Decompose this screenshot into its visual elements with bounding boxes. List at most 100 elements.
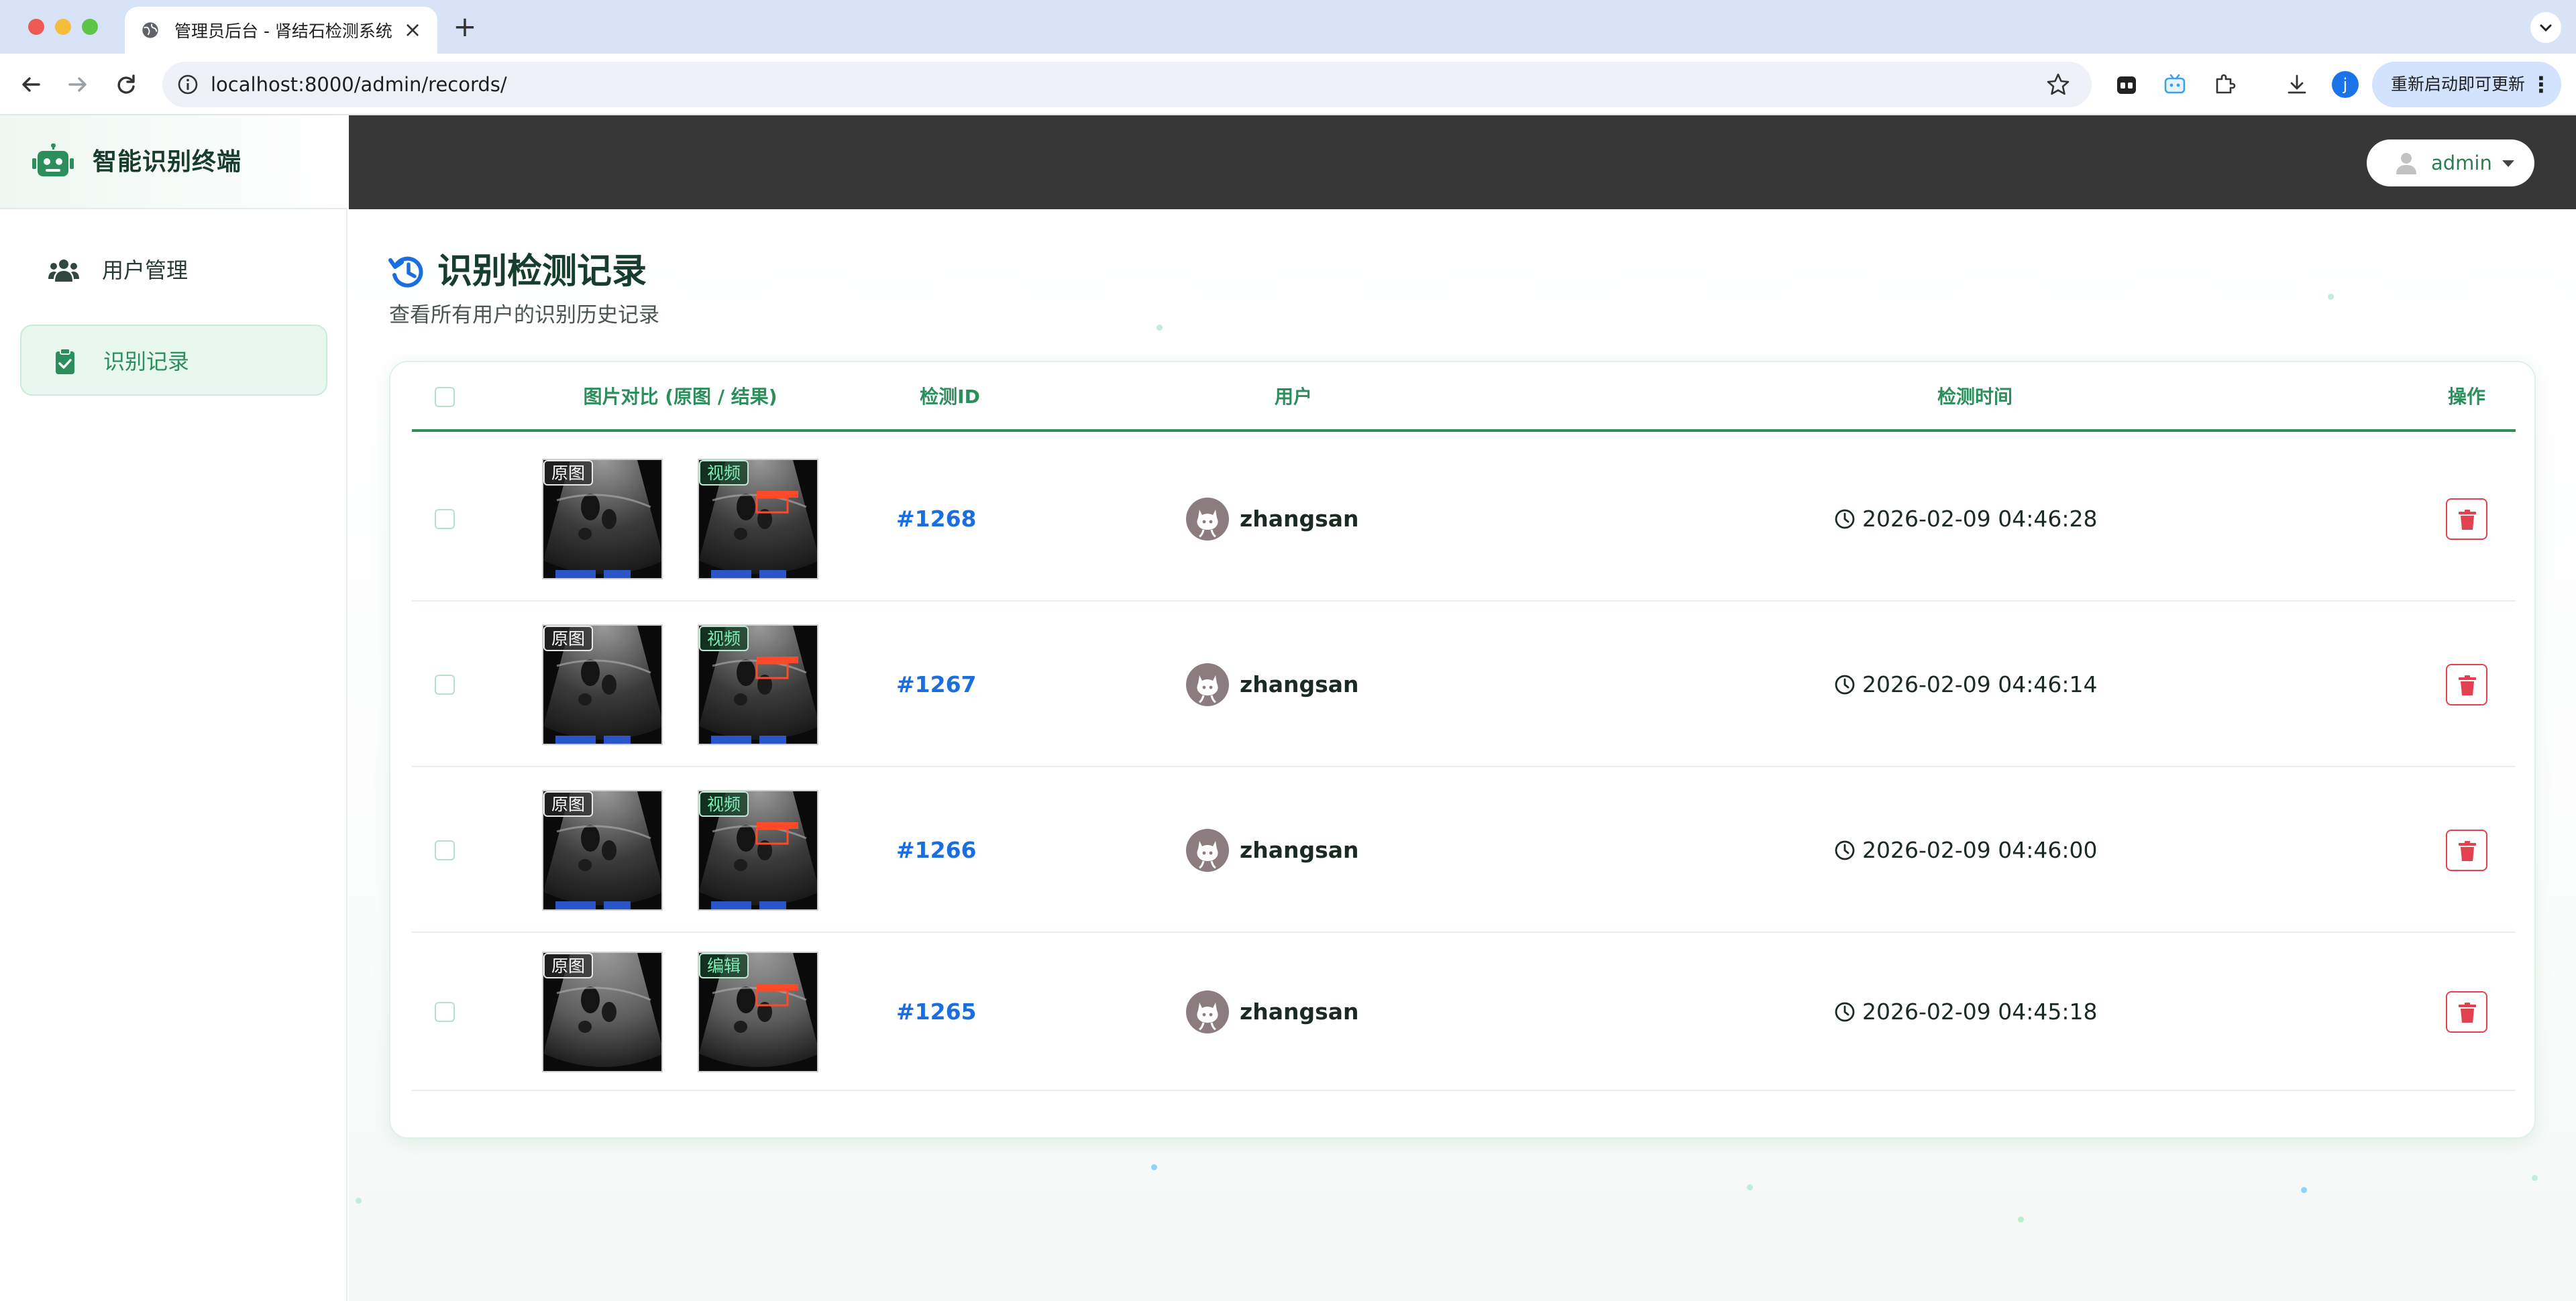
brand-name: 智能识别终端 (93, 148, 242, 176)
current-user-name: admin (2431, 152, 2492, 174)
extension-robot-icon[interactable] (2161, 71, 2188, 98)
record-time: 2026-02-09 04:45:18 (1862, 999, 2098, 1025)
decor-dot (2018, 1217, 2024, 1223)
site-info-icon[interactable] (176, 72, 200, 97)
address-bar[interactable]: localhost:8000/admin/records/ (162, 62, 2092, 107)
record-user-name: zhangsan (1240, 671, 1359, 697)
record-id-link[interactable]: #1267 (896, 671, 977, 697)
row-select-checkbox[interactable] (435, 674, 455, 695)
original-image-thumbnail[interactable]: 原图 (542, 624, 663, 745)
column-header-user[interactable]: 用户 (1275, 362, 1312, 432)
row-select-checkbox[interactable] (435, 1002, 455, 1022)
browser-tab[interactable]: 管理员后台 - 肾结石检测系统 × (125, 7, 437, 54)
download-icon[interactable] (2284, 71, 2310, 98)
clipboard-check-icon (56, 349, 74, 374)
row-select-checkbox[interactable] (435, 840, 455, 860)
original-image-thumbnail[interactable]: 原图 (542, 458, 663, 579)
decor-dot (2532, 1175, 2538, 1181)
page-subtitle: 查看所有用户的识别历史记录 (389, 303, 659, 327)
table-row: 原图 视频 #1267 zhangsan 2026-02-09 04:46:14 (412, 602, 2516, 767)
user-avatar (1186, 497, 1229, 541)
forward-arrow-icon[interactable] (62, 68, 94, 101)
globe-icon (142, 22, 158, 38)
record-time: 2026-02-09 04:46:14 (1862, 671, 2098, 697)
octocat-icon (1197, 840, 1218, 868)
result-image-tag: 视频 (699, 625, 749, 651)
record-id-link[interactable]: #1268 (896, 506, 977, 532)
extensions-puzzle-icon[interactable] (2211, 71, 2238, 98)
delete-record-button[interactable] (2446, 663, 2487, 705)
sidebar-item-records[interactable]: 识别记录 (20, 325, 327, 396)
record-user-name: zhangsan (1240, 505, 1359, 532)
table-row: 原图 视频 #1266 zhangsan 2026-02-09 04:46:00 (412, 767, 2516, 933)
browser-toolbar: localhost:8000/admin/records/ j 重新启动即可更新… (0, 54, 2576, 115)
trash-icon (2459, 1003, 2476, 1023)
result-image-tag: 视频 (699, 791, 749, 817)
sidebar-item-label: 用户管理 (102, 258, 189, 283)
record-time: 2026-02-09 04:46:00 (1862, 836, 2098, 863)
relaunch-label: 重新启动即可更新 (2391, 74, 2526, 94)
page-title: 识别检测记录 (437, 251, 647, 292)
profile-avatar[interactable]: j (2332, 71, 2359, 98)
original-image-tag: 原图 (543, 459, 594, 486)
tab-close-icon[interactable]: × (401, 19, 424, 42)
clock-icon (1835, 509, 1855, 528)
caret-down-icon (2502, 160, 2514, 167)
back-arrow-icon[interactable] (15, 68, 47, 101)
window-maximize-button[interactable] (82, 19, 98, 35)
relaunch-update-button[interactable]: 重新启动即可更新 ⋮ (2372, 62, 2561, 107)
brand: 智能识别终端 (0, 115, 347, 209)
extension-tomato-icon[interactable] (2113, 71, 2140, 98)
app-header: admin (349, 115, 2576, 209)
chevron-down-icon (2540, 24, 2552, 32)
record-id-link[interactable]: #1266 (896, 837, 977, 863)
record-user-name: zhangsan (1240, 999, 1359, 1025)
clock-icon (1835, 1002, 1855, 1022)
records-table-card: 图片对比 (原图 / 结果) 检测ID 用户 检测时间 操作 原图 视频 #1268… (389, 361, 2536, 1139)
main-content: 识别检测记录 查看所有用户的识别历史记录 图片对比 (原图 / 结果) 检测ID… (349, 209, 2576, 1301)
tab-search-button[interactable] (2530, 12, 2561, 43)
history-icon (388, 256, 423, 288)
sidebar-item-users[interactable]: 用户管理 (20, 235, 327, 306)
user-avatar (1186, 663, 1229, 706)
table-row: 原图 视频 #1268 zhangsan 2026-02-09 04:46:28 (412, 436, 2516, 602)
result-image-thumbnail[interactable]: 视频 (698, 458, 818, 579)
original-image-thumbnail[interactable]: 原图 (542, 952, 663, 1072)
bookmark-star-icon[interactable] (2045, 71, 2072, 98)
record-time: 2026-02-09 04:46:28 (1862, 505, 2098, 532)
row-select-checkbox[interactable] (435, 508, 455, 529)
record-id-link[interactable]: #1265 (896, 999, 977, 1025)
sidebar-item-label: 识别记录 (103, 349, 190, 374)
users-icon (48, 260, 79, 282)
tab-title: 管理员后台 - 肾结石检测系统 (174, 21, 392, 41)
decor-dot (2301, 1187, 2307, 1193)
user-menu-button[interactable]: admin (2367, 139, 2534, 186)
original-image-tag: 原图 (543, 791, 594, 817)
user-avatar (1186, 991, 1229, 1033)
table-row: 原图 编辑 #1265 zhangsan 2026-02-09 04:45:18 (412, 933, 2516, 1091)
select-all-checkbox[interactable] (435, 387, 455, 407)
result-image-thumbnail[interactable]: 编辑 (698, 952, 818, 1072)
browser-tab-bar: 管理员后台 - 肾结石检测系统 × + (0, 0, 2576, 54)
window-minimize-button[interactable] (55, 19, 71, 35)
user-icon (2396, 153, 2416, 174)
original-image-thumbnail[interactable]: 原图 (542, 789, 663, 911)
url-text[interactable]: localhost:8000/admin/records/ (211, 62, 507, 107)
octocat-icon (1197, 509, 1218, 537)
result-image-thumbnail[interactable]: 视频 (698, 789, 818, 911)
result-image-thumbnail[interactable]: 视频 (698, 624, 818, 745)
decor-dot (1747, 1184, 1753, 1190)
more-menu-icon[interactable]: ⋮ (2530, 62, 2552, 107)
delete-record-button[interactable] (2446, 991, 2487, 1033)
delete-record-button[interactable] (2446, 498, 2487, 540)
decor-dot (1151, 1164, 1157, 1170)
window-close-button[interactable] (28, 19, 44, 35)
reload-icon[interactable] (110, 68, 142, 101)
delete-record-button[interactable] (2446, 829, 2487, 871)
result-image-tag: 编辑 (699, 953, 749, 978)
clock-icon (1835, 840, 1855, 860)
trash-icon (2459, 840, 2476, 861)
column-header-id[interactable]: 检测ID (920, 362, 980, 432)
new-tab-icon[interactable]: + (449, 9, 480, 44)
column-header-time[interactable]: 检测时间 (1937, 362, 2012, 432)
